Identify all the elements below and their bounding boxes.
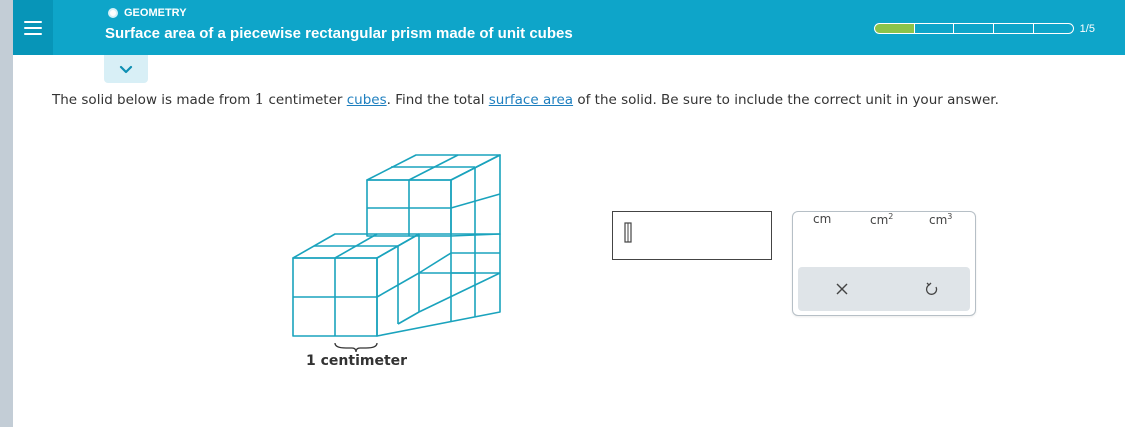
progress-segment bbox=[993, 23, 1033, 34]
clear-button[interactable] bbox=[830, 277, 854, 301]
x-icon bbox=[836, 283, 848, 295]
unit-base: cm bbox=[870, 213, 889, 227]
progress-segment bbox=[953, 23, 994, 34]
unit-exponent: 2 bbox=[888, 212, 894, 221]
brace-icon bbox=[334, 342, 378, 353]
undo-button[interactable] bbox=[920, 277, 944, 301]
question-part: of the solid. Be sure to include the cor… bbox=[573, 92, 999, 108]
progress-segment-filled bbox=[874, 23, 914, 34]
unit-exponent: 3 bbox=[947, 212, 953, 221]
unit-base: cm bbox=[813, 212, 832, 226]
progress-bar: 1/5 bbox=[874, 22, 1095, 35]
keypad-action-row bbox=[798, 267, 970, 311]
subject-dot-icon bbox=[108, 8, 118, 18]
hamburger-icon bbox=[24, 20, 42, 35]
undo-icon bbox=[925, 282, 938, 295]
header-bar: GEOMETRY Surface area of a piecewise rec… bbox=[13, 0, 1125, 55]
unit-keypad: cm cm2 cm3 bbox=[792, 211, 976, 316]
topic-title: Surface area of a piecewise rectangular … bbox=[105, 25, 573, 42]
expand-tab[interactable] bbox=[104, 55, 148, 83]
solid-figure bbox=[280, 145, 520, 384]
unit-base: cm bbox=[929, 213, 948, 227]
progress-segment bbox=[913, 23, 954, 34]
question-text: The solid below is made from 1 centimete… bbox=[52, 90, 999, 108]
unit-cm-button[interactable]: cm bbox=[813, 212, 831, 226]
text-cursor-icon bbox=[624, 222, 632, 243]
question-part: centimeter bbox=[264, 92, 347, 108]
cubes-link[interactable]: cubes bbox=[347, 92, 387, 108]
question-part: The solid below is made from bbox=[52, 92, 255, 108]
unit-cm3-button[interactable]: cm3 bbox=[929, 212, 952, 227]
progress-count: 1/5 bbox=[1079, 22, 1095, 35]
left-rail bbox=[0, 0, 13, 427]
question-number: 1 bbox=[254, 90, 265, 108]
scale-label: 1 centimeter bbox=[306, 353, 408, 369]
answer-input[interactable] bbox=[612, 211, 772, 260]
question-part: . Find the total bbox=[386, 92, 489, 108]
subject-text: GEOMETRY bbox=[124, 7, 187, 19]
surface-area-link[interactable]: surface area bbox=[489, 92, 573, 108]
menu-button[interactable] bbox=[13, 0, 53, 55]
cube-solid-diagram bbox=[292, 154, 501, 353]
subject-label: GEOMETRY bbox=[108, 7, 187, 19]
chevron-down-icon bbox=[119, 65, 133, 73]
progress-segment bbox=[1032, 23, 1074, 34]
unit-cm2-button[interactable]: cm2 bbox=[870, 212, 893, 227]
